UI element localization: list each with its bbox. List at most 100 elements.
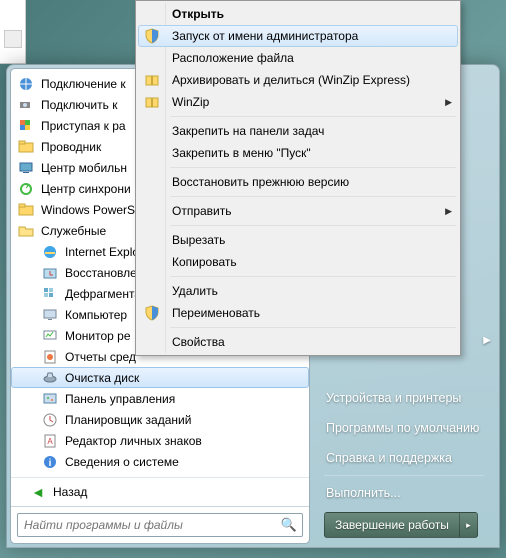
back-label: Назад	[53, 485, 87, 499]
separator	[170, 116, 456, 117]
context-item-runAsAdmin[interactable]: Запуск от имени администратора	[138, 25, 458, 47]
blank	[140, 47, 164, 69]
separator	[170, 276, 456, 277]
search-icon: 🔍	[281, 517, 297, 533]
restore-icon	[41, 264, 59, 282]
context-item-label: Расположение файла	[172, 51, 294, 65]
context-item-cut[interactable]: Вырезать	[138, 229, 458, 251]
blank	[140, 3, 164, 25]
blank	[140, 280, 164, 302]
folder-icon	[17, 201, 35, 219]
context-item-zipShare[interactable]: Архивировать и делиться (WinZip Express)	[138, 69, 458, 91]
context-item-delete[interactable]: Удалить	[138, 280, 458, 302]
context-item-rename[interactable]: Переименовать	[138, 302, 458, 324]
context-item-label: Архивировать и делиться (WinZip Express)	[172, 73, 410, 87]
context-item-properties[interactable]: Свойства	[138, 331, 458, 353]
context-item-label: Восстановить прежнюю версию	[172, 175, 349, 189]
program-label: Компьютер	[65, 308, 127, 322]
context-item-label: Отправить	[172, 204, 232, 218]
context-item-label: Переименовать	[172, 306, 260, 320]
context-item-copy[interactable]: Копировать	[138, 251, 458, 273]
projector-icon	[17, 96, 35, 114]
svg-text:A: A	[47, 437, 53, 446]
program-item-scheduler-icon[interactable]: Планировщик заданий	[11, 409, 309, 430]
blank	[140, 171, 164, 193]
program-label: Очистка диск	[65, 371, 139, 385]
program-label: Подключить к	[41, 98, 117, 112]
blank	[140, 251, 164, 273]
scheduler-icon	[41, 411, 59, 429]
context-item-open[interactable]: Открыть	[138, 3, 458, 25]
program-label: Редактор личных знаков	[65, 434, 202, 448]
blank	[140, 142, 164, 164]
winzip-icon	[140, 69, 164, 91]
context-item-label: Открыть	[172, 7, 224, 21]
blank	[140, 200, 164, 222]
program-label: Монитор ре	[65, 329, 131, 343]
submenu-arrow-icon: ▶	[483, 335, 491, 346]
separator	[170, 225, 456, 226]
context-item-pinStart[interactable]: Закрепить в меню "Пуск"	[138, 142, 458, 164]
context-item-pinTaskbar[interactable]: Закрепить на панели задач	[138, 120, 458, 142]
context-item-label: Закрепить в меню "Пуск"	[172, 146, 311, 160]
program-item-control-panel-icon[interactable]: Панель управления	[11, 388, 309, 409]
program-label: Центр синхрони	[41, 182, 131, 196]
right-item-help[interactable]: Справка и поддержка	[324, 443, 484, 473]
context-item-sendTo[interactable]: Отправить▶	[138, 200, 458, 222]
program-item-cleanup-icon[interactable]: Очистка диск	[11, 367, 309, 388]
context-item-label: Свойства	[172, 335, 225, 349]
right-item-defaults[interactable]: Программы по умолчанию	[324, 413, 484, 443]
program-label: Сведения о системе	[65, 455, 179, 469]
program-label: Служебные	[41, 224, 106, 238]
search-row: 🔍	[11, 506, 309, 543]
program-label: Планировщик заданий	[65, 413, 191, 427]
report-icon	[41, 348, 59, 366]
ie-icon	[41, 243, 59, 261]
context-item-winzip[interactable]: WinZip ▶	[138, 91, 458, 113]
shutdown-options-button[interactable]: ▸	[460, 512, 478, 538]
monitor-icon	[41, 327, 59, 345]
svg-text:i: i	[49, 458, 52, 469]
cleanup-icon	[41, 369, 59, 387]
program-label: Windows PowerS	[41, 203, 135, 217]
defrag-icon	[41, 285, 59, 303]
folder-open-icon	[17, 222, 35, 240]
separator	[170, 327, 456, 328]
mobility-icon	[17, 159, 35, 177]
network-icon	[17, 75, 35, 93]
context-item-label: Копировать	[172, 255, 237, 269]
computer-icon	[41, 306, 59, 324]
shield-icon	[140, 25, 164, 47]
chevron-right-icon: ▸	[466, 520, 471, 531]
context-item-label: Закрепить на панели задач	[172, 124, 324, 138]
search-input[interactable]	[17, 513, 303, 537]
back-arrow-icon: ◄	[29, 484, 47, 500]
submenu-arrow-icon: ▶	[445, 97, 452, 108]
context-item-label: Запуск от имени администратора	[172, 29, 358, 43]
context-item-fileLocation[interactable]: Расположение файла	[138, 47, 458, 69]
flag-icon	[17, 117, 35, 135]
program-label: Отчеты сред	[65, 350, 136, 364]
background-app-toolbar	[0, 0, 26, 64]
blank	[140, 229, 164, 251]
context-item-restoreVersion[interactable]: Восстановить прежнюю версию	[138, 171, 458, 193]
program-item-sysinfo-icon[interactable]: i Сведения о системе	[11, 451, 309, 472]
shield-icon	[140, 302, 164, 324]
program-label: Центр мобильн	[41, 161, 127, 175]
right-item-devices[interactable]: Устройства и принтеры	[324, 383, 484, 413]
explorer-icon	[17, 138, 35, 156]
control-panel-icon	[41, 390, 59, 408]
context-item-label: WinZip	[172, 95, 209, 109]
program-item-editor-icon[interactable]: A Редактор личных знаков	[11, 430, 309, 451]
sysinfo-icon: i	[41, 453, 59, 471]
separator	[170, 196, 456, 197]
sync-icon	[17, 180, 35, 198]
program-label: Проводник	[41, 140, 101, 154]
blank	[140, 120, 164, 142]
right-item-run[interactable]: Выполнить...	[324, 478, 484, 508]
winzip-icon	[140, 91, 164, 113]
editor-icon: A	[41, 432, 59, 450]
separator	[324, 475, 484, 476]
back-button[interactable]: ◄ Назад	[11, 477, 309, 506]
shutdown-button[interactable]: Завершение работы	[324, 512, 460, 538]
